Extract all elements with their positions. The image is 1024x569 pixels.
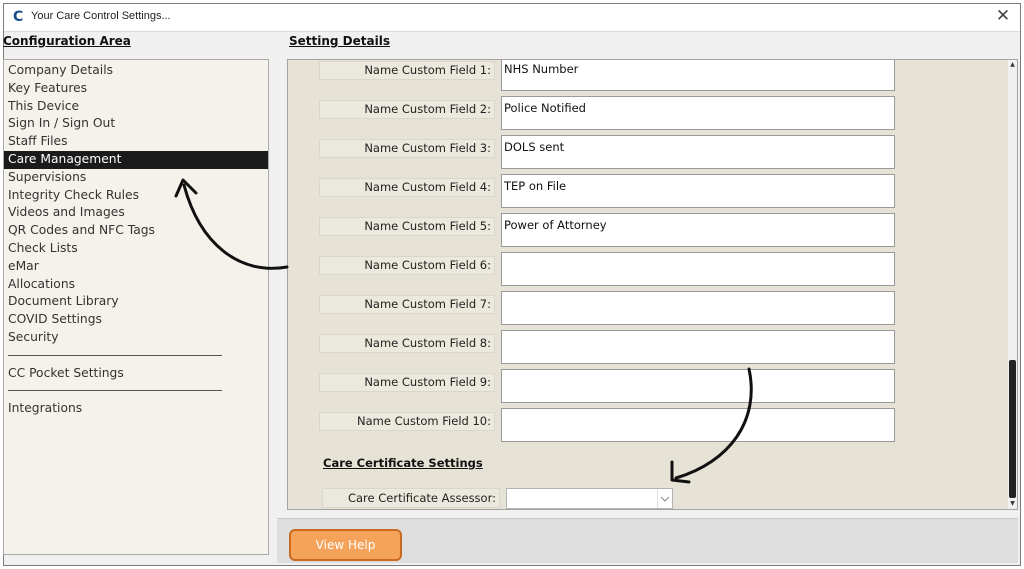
config-item-key-features[interactable]: Key Features	[4, 80, 268, 98]
custom-field-input[interactable]: Power of Attorney	[501, 213, 895, 247]
config-item-document-library[interactable]: Document Library	[4, 293, 268, 311]
config-item-integrations[interactable]: Integrations	[4, 400, 268, 418]
scroll-down-icon[interactable]: ▼	[1009, 500, 1016, 508]
config-item-covid-settings[interactable]: COVID Settings	[4, 311, 268, 329]
window-title: Your Care Control Settings...	[31, 10, 171, 22]
custom-field-row: Name Custom Field 3: DOLS sent	[288, 135, 988, 169]
custom-field-row: Name Custom Field 10:	[288, 408, 988, 442]
custom-field-label: Name Custom Field 8:	[319, 334, 495, 353]
custom-field-row: Name Custom Field 7:	[288, 291, 988, 325]
custom-field-label: Name Custom Field 9:	[319, 373, 495, 392]
custom-field-label: Name Custom Field 3:	[319, 139, 495, 158]
bottom-bar: View Help	[277, 518, 1018, 563]
custom-field-label: Name Custom Field 5:	[319, 217, 495, 236]
configuration-list: Company Details Key Features This Device…	[3, 59, 269, 555]
config-item-cc-pocket[interactable]: CC Pocket Settings	[4, 365, 268, 383]
custom-field-input[interactable]: NHS Number	[501, 60, 895, 91]
app-logo-icon: C	[13, 9, 24, 25]
custom-field-label: Name Custom Field 6:	[319, 256, 495, 275]
care-certificate-heading: Care Certificate Settings	[323, 456, 483, 470]
config-item-care-management[interactable]: Care Management	[4, 150, 268, 169]
custom-field-label: Name Custom Field 2:	[319, 100, 495, 119]
view-help-button[interactable]: View Help	[289, 529, 402, 561]
custom-field-row: Name Custom Field 4: TEP on File	[288, 174, 988, 208]
config-item-videos-images[interactable]: Videos and Images	[4, 204, 268, 222]
custom-field-input[interactable]	[501, 252, 895, 286]
custom-field-row: Name Custom Field 6:	[288, 252, 988, 286]
close-icon[interactable]: ✕	[994, 7, 1012, 25]
title-bar: C Your Care Control Settings... ✕	[4, 4, 1020, 32]
custom-field-row: Name Custom Field 9:	[288, 369, 988, 403]
vertical-scrollbar[interactable]: ▲ ▼	[1008, 60, 1017, 509]
chevron-down-icon[interactable]	[657, 489, 672, 508]
custom-field-input[interactable]: Police Notified	[501, 96, 895, 130]
list-divider	[4, 382, 268, 400]
config-item-this-device[interactable]: This Device	[4, 98, 268, 116]
config-item-check-lists[interactable]: Check Lists	[4, 240, 268, 258]
custom-field-label: Name Custom Field 10:	[319, 412, 495, 431]
scrollbar-thumb[interactable]	[1009, 360, 1016, 498]
setting-details-panel: Name Custom Field 1: NHS Number Name Cus…	[287, 59, 1018, 510]
config-item-emar[interactable]: eMar	[4, 258, 268, 276]
custom-field-label: Name Custom Field 1:	[319, 61, 495, 80]
configuration-area-heading: Configuration Area	[3, 34, 131, 48]
custom-field-input[interactable]	[501, 408, 895, 442]
assessor-label: Care Certificate Assessor:	[322, 488, 500, 508]
custom-field-input[interactable]	[501, 369, 895, 403]
config-item-integrity-check-rules[interactable]: Integrity Check Rules	[4, 187, 268, 205]
assessor-dropdown[interactable]	[506, 488, 673, 509]
custom-field-input[interactable]: TEP on File	[501, 174, 895, 208]
config-item-staff-files[interactable]: Staff Files	[4, 133, 268, 151]
scroll-up-icon[interactable]: ▲	[1009, 61, 1016, 69]
custom-field-row: Name Custom Field 1: NHS Number	[288, 60, 988, 91]
custom-field-label: Name Custom Field 7:	[319, 295, 495, 314]
custom-field-input[interactable]	[501, 291, 895, 325]
config-item-company-details[interactable]: Company Details	[4, 62, 268, 80]
config-item-security[interactable]: Security	[4, 329, 268, 347]
custom-field-input[interactable]: DOLS sent	[501, 135, 895, 169]
custom-field-row: Name Custom Field 5: Power of Attorney	[288, 213, 988, 247]
custom-field-label: Name Custom Field 4:	[319, 178, 495, 197]
custom-field-row: Name Custom Field 2: Police Notified	[288, 96, 988, 130]
list-divider	[4, 347, 268, 365]
config-item-sign-in-out[interactable]: Sign In / Sign Out	[4, 115, 268, 133]
config-item-allocations[interactable]: Allocations	[4, 276, 268, 294]
custom-field-input[interactable]	[501, 330, 895, 364]
setting-details-heading: Setting Details	[289, 34, 390, 48]
config-item-qr-nfc[interactable]: QR Codes and NFC Tags	[4, 222, 268, 240]
custom-field-row: Name Custom Field 8:	[288, 330, 988, 364]
config-item-supervisions[interactable]: Supervisions	[4, 169, 268, 187]
